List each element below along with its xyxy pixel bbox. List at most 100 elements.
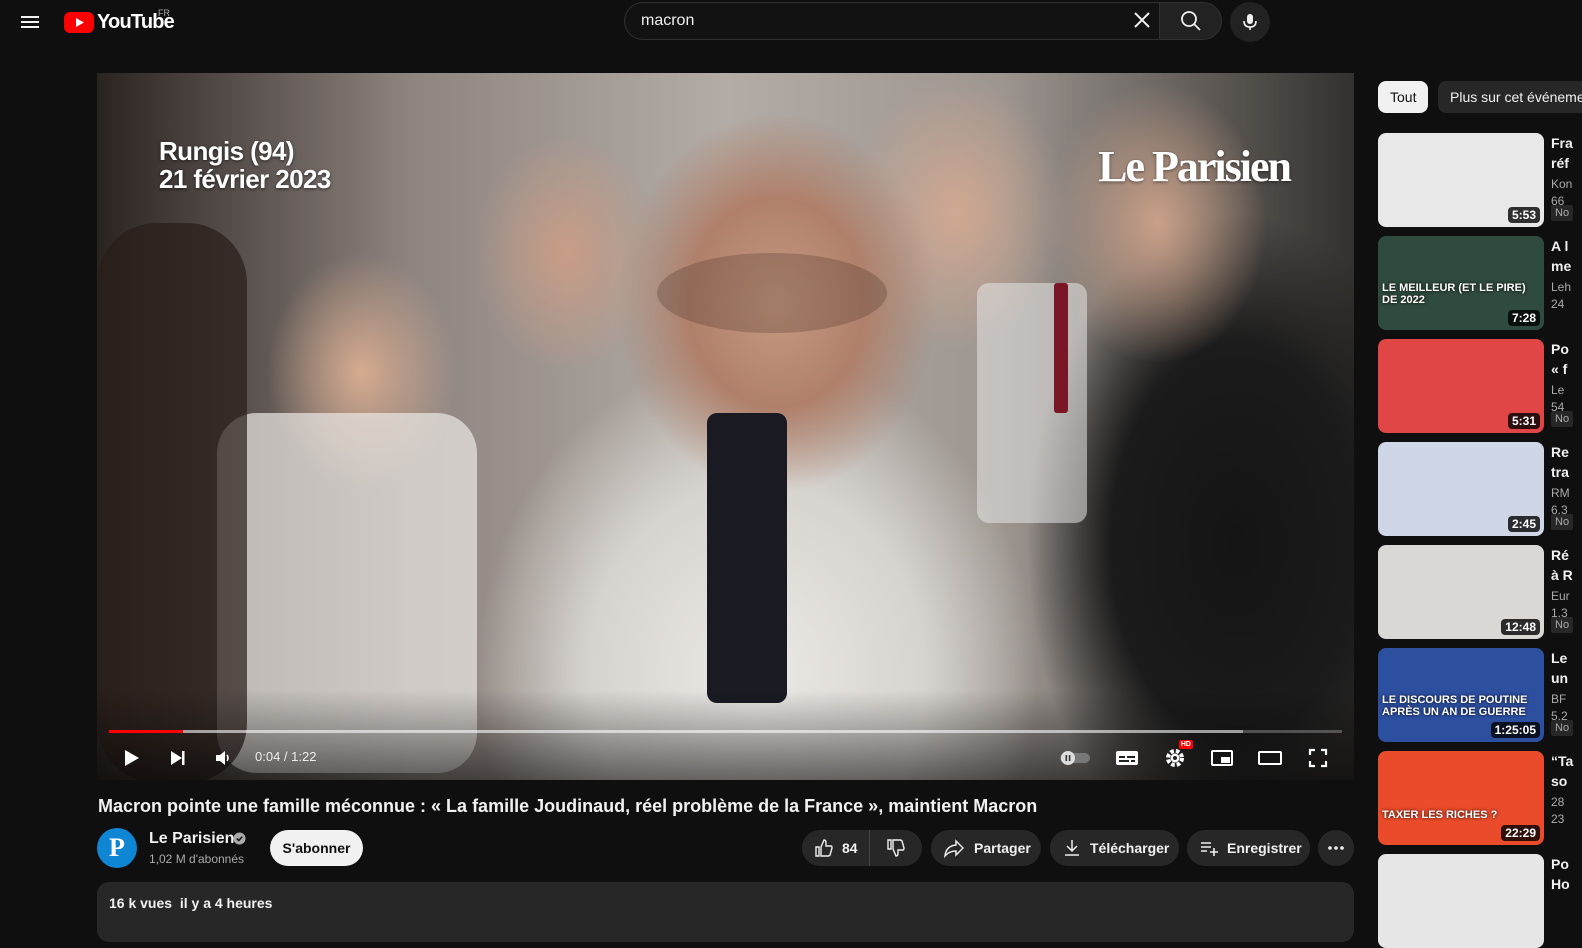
recommendation-channel: BF <box>1551 692 1567 706</box>
recommendation-title[interactable]: Ré à R <box>1551 545 1573 585</box>
subtitles-icon <box>1116 751 1138 765</box>
title-line: so <box>1551 773 1568 789</box>
progress-bar[interactable] <box>109 730 1342 733</box>
autoplay-toggle-icon <box>1060 751 1090 765</box>
save-button[interactable]: Enregistrer <box>1187 830 1310 866</box>
like-button[interactable]: 84 <box>802 830 870 866</box>
voice-search-button[interactable] <box>1230 2 1270 42</box>
title-line: A l <box>1551 238 1569 254</box>
theater-mode-button[interactable] <box>1252 743 1288 773</box>
recommendation-item[interactable]: LE MEILLEUR (ET LE PIRE) DE 2022 7:28 A l m… <box>1378 236 1582 330</box>
chip-event[interactable]: Plus sur cet événement <box>1438 81 1582 113</box>
channel-avatar[interactable]: P <box>97 828 137 868</box>
title-line: “Ta <box>1551 753 1574 769</box>
video-frame-shape <box>657 253 887 333</box>
save-label: Enregistrer <box>1227 840 1302 856</box>
settings-button[interactable]: HD <box>1157 740 1193 773</box>
search-icon <box>1180 11 1201 31</box>
recommendation-item[interactable]: 12:48 Ré à R Eur 1,3 No <box>1378 545 1582 639</box>
subscriber-count: 1,02 M d'abonnés <box>149 852 245 866</box>
close-icon <box>1134 12 1150 28</box>
recommendation-thumbnail[interactable]: 5:31 <box>1378 339 1544 433</box>
share-button[interactable]: Partager <box>931 830 1041 866</box>
title-line: Ré <box>1551 547 1569 563</box>
channel-name[interactable]: Le Parisien <box>149 830 234 848</box>
recommendation-channel: Kon <box>1551 177 1573 191</box>
recommendation-thumbnail[interactable]: 2:45 <box>1378 442 1544 536</box>
video-player[interactable]: Rungis (94) 21 février 2023 Le Parisien … <box>97 73 1354 780</box>
masthead: YouTube FR <box>0 0 1582 50</box>
mic-icon <box>1243 14 1257 30</box>
recommendation-item[interactable]: 2:45 Re tra RM 6,3 No <box>1378 442 1582 536</box>
recommendation-channel: Le <box>1551 383 1565 397</box>
next-button[interactable] <box>160 743 196 773</box>
recommendation-thumbnail[interactable] <box>1378 854 1544 948</box>
overlay-date-line: 21 février 2023 <box>159 164 331 194</box>
recommendation-channel: RM <box>1551 486 1570 500</box>
recommendation-title[interactable]: Fra réf <box>1551 133 1573 173</box>
recommendation-title[interactable]: A l me <box>1551 236 1571 276</box>
like-count: 84 <box>842 840 858 856</box>
search-button[interactable] <box>1159 2 1222 40</box>
new-badge: No <box>1551 205 1574 221</box>
download-button[interactable]: Télécharger <box>1050 830 1179 866</box>
recommendation-channel: Eur <box>1551 589 1570 603</box>
thumbnail-caption: LE MEILLEUR (ET LE PIRE) DE 2022 <box>1382 282 1526 306</box>
play-icon <box>125 750 139 766</box>
recommendation-thumbnail[interactable]: TAXER LES RICHES ? 22:29 <box>1378 751 1544 845</box>
recommendation-item[interactable]: 5:31 Po « f Le 54 No <box>1378 339 1582 433</box>
menu-icon <box>21 16 39 28</box>
avatar-initial: P <box>109 833 125 862</box>
autoplay-toggle[interactable] <box>1057 743 1093 773</box>
like-dislike-group: 84 <box>802 830 922 866</box>
title-line: Le <box>1551 650 1568 666</box>
recommendation-title[interactable]: Po Ho <box>1551 854 1570 894</box>
share-label: Partager <box>974 840 1031 856</box>
video-overlay-brand: Le Parisien <box>1098 142 1292 191</box>
title-line: un <box>1551 670 1569 686</box>
add-to-playlist-icon <box>1201 842 1218 856</box>
subscribe-button[interactable]: S'abonner <box>270 830 363 866</box>
video-frame-shape <box>1054 283 1068 413</box>
miniplayer-button[interactable] <box>1204 743 1240 773</box>
recommendation-title[interactable]: Po « f <box>1551 339 1569 379</box>
mute-button[interactable] <box>205 743 241 773</box>
dislike-button[interactable] <box>870 830 922 866</box>
chip-all[interactable]: Tout <box>1378 81 1429 113</box>
recommendation-thumbnail[interactable]: LE MEILLEUR (ET LE PIRE) DE 2022 7:28 <box>1378 236 1544 330</box>
recommendation-thumbnail[interactable]: 12:48 <box>1378 545 1544 639</box>
recommendation-title[interactable]: “Ta so <box>1551 751 1573 791</box>
title-line: tra <box>1551 464 1569 480</box>
video-duration: 1:25:05 <box>1490 722 1540 738</box>
video-duration: 5:31 <box>1507 413 1540 429</box>
recommendation-title[interactable]: Re tra <box>1551 442 1569 482</box>
fullscreen-button[interactable] <box>1300 743 1336 773</box>
play-button[interactable] <box>113 743 149 773</box>
more-actions-button[interactable] <box>1318 830 1354 866</box>
recommendation-thumbnail[interactable]: LE DISCOURS DE POUTINE APRÈS UN AN DE GU… <box>1378 648 1544 742</box>
recommendation-title[interactable]: Le un <box>1551 648 1568 688</box>
recommendation-item[interactable]: Po Ho <box>1378 854 1582 948</box>
recommendation-item[interactable]: LE DISCOURS DE POUTINE APRÈS UN AN DE GU… <box>1378 648 1582 742</box>
recommendation-item[interactable]: 5:53 Fra réf Kon 66 No <box>1378 133 1582 227</box>
clear-search-button[interactable] <box>1130 8 1154 32</box>
search-box <box>624 2 1159 40</box>
recommendation-item[interactable]: TAXER LES RICHES ? 22:29 “Ta so 28 23 <box>1378 751 1582 845</box>
recommendation-thumbnail[interactable]: 5:53 <box>1378 133 1544 227</box>
subtitles-button[interactable] <box>1109 743 1145 773</box>
title-line: Ho <box>1551 876 1570 892</box>
title-line: me <box>1551 258 1572 274</box>
new-badge: No <box>1551 720 1574 736</box>
search-input[interactable] <box>641 3 1121 39</box>
new-badge: No <box>1551 411 1574 427</box>
description-box[interactable]: 16 k vues il y a 4 heures <box>97 882 1354 942</box>
recommendation-channel: 28 <box>1551 795 1565 809</box>
recommendation-views: 24 <box>1551 297 1565 311</box>
thumbnail-caption: LE DISCOURS DE POUTINE APRÈS UN AN DE GU… <box>1382 694 1528 718</box>
theater-mode-icon <box>1258 751 1282 765</box>
video-duration: 5:53 <box>1507 207 1540 223</box>
menu-button[interactable] <box>16 8 44 36</box>
progress-played <box>109 730 183 733</box>
overlay-location-line: Rungis (94) <box>159 136 295 166</box>
thumbs-up-icon <box>815 839 833 857</box>
